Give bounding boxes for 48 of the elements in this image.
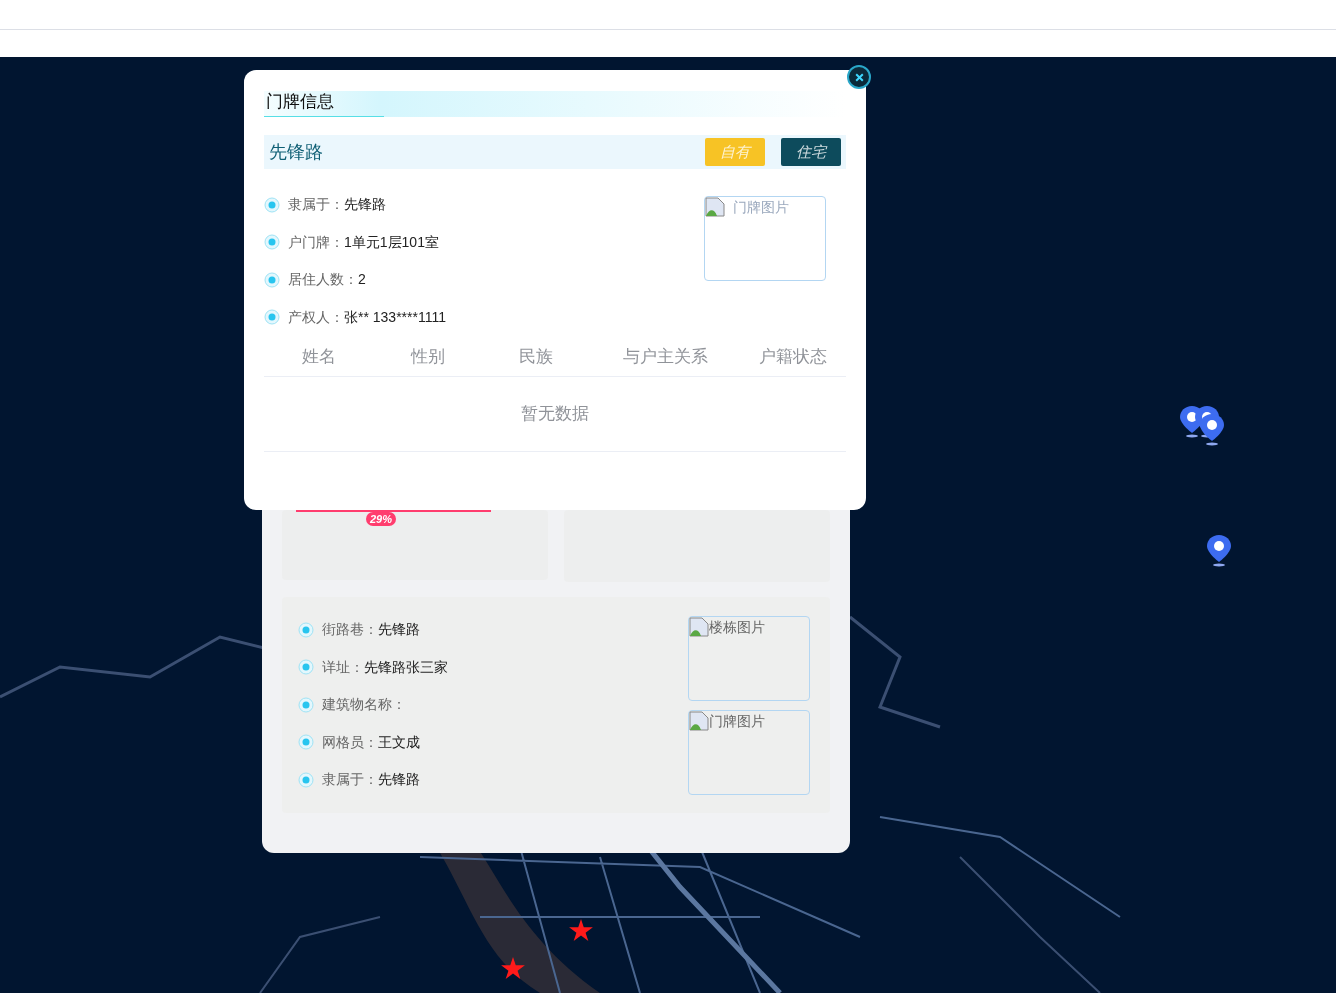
type-tag: 自有 [705, 138, 765, 166]
field-value: 先锋路 [378, 620, 420, 640]
bullet-icon [298, 659, 314, 676]
image-alt-text: 楼栋图片 [709, 618, 765, 637]
broken-image-icon [689, 617, 709, 637]
field-value: 2 [358, 270, 366, 290]
field-label: 详址： [322, 657, 364, 677]
bullet-icon [298, 771, 314, 788]
field-value: 张** 133****1111 [344, 307, 446, 327]
field-value: 先锋路 [344, 195, 386, 215]
field-label: 网格员： [322, 732, 378, 752]
bullet-icon [264, 234, 280, 251]
bullet-icon [298, 696, 314, 713]
field-value: 先锋路 [378, 770, 420, 790]
star-icon [569, 919, 593, 941]
bullet-icon [298, 734, 314, 751]
column-header: 户籍状态 [758, 345, 828, 368]
star-icon [501, 957, 525, 979]
field-value: 先锋路张三家 [364, 657, 448, 677]
column-header: 姓名 [301, 345, 337, 368]
bullet-icon [264, 271, 280, 288]
bullet-icon [264, 196, 280, 213]
field-label: 街路巷： [322, 620, 378, 640]
modal-title: 门牌信息 [266, 91, 334, 113]
field-label: 产权人： [288, 307, 344, 327]
bullet-icon [264, 309, 280, 326]
close-icon [853, 71, 865, 83]
image-alt-text: 门牌图片 [733, 198, 789, 217]
address-name: 先锋路 [269, 140, 323, 164]
empty-text: 暂无数据 [521, 403, 589, 426]
bullet-icon [298, 621, 314, 638]
broken-image-icon [705, 197, 725, 217]
image-alt-text: 门牌图片 [709, 712, 765, 731]
column-header: 民族 [518, 345, 554, 368]
percent-badge: 29% [366, 512, 397, 526]
column-header: 性别 [409, 345, 446, 368]
broken-image-icon [689, 711, 709, 731]
map-pin-icon [1206, 534, 1232, 568]
field-value: 1单元1层101室 [344, 232, 439, 252]
type-tag: 住宅 [781, 138, 841, 166]
map-pin-icon [1199, 413, 1225, 447]
field-label: 隶属于： [322, 770, 378, 790]
field-label: 隶属于： [288, 195, 344, 215]
field-label: 建筑物名称： [322, 695, 406, 715]
column-header: 与户主关系 [621, 345, 709, 368]
field-label: 户门牌： [288, 232, 344, 252]
field-label: 居住人数： [288, 270, 358, 290]
field-value: 王文成 [378, 732, 420, 752]
